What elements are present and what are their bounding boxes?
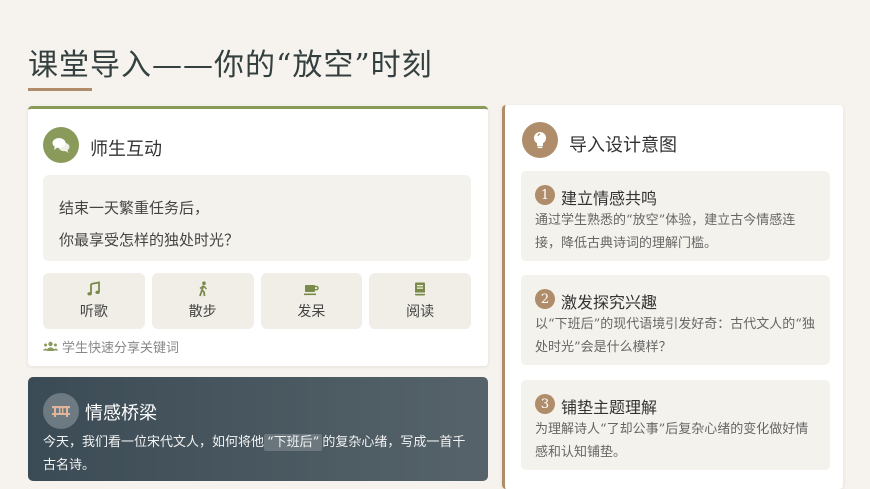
activity-label: 发呆: [297, 304, 326, 320]
hint-text: 学生快速分享关键词: [62, 341, 180, 356]
question-line-2: 你最享受怎样的独处时光？: [59, 231, 240, 249]
interaction-card: 师生互动 结束一天繁重任务后， 你最享受怎样的独处时光？ 听歌 散步 发呆 阅读…: [28, 106, 488, 366]
bridge-text-before: 今天，我们看一位宋代文人，如何将他: [43, 435, 265, 450]
goal-number-badge: 1: [535, 185, 555, 205]
music-note-icon: [87, 281, 100, 296]
design-heading: 导入设计意图: [569, 135, 677, 156]
goal-title: 激发探究兴趣: [561, 293, 658, 312]
activity-button-read[interactable]: 阅读: [369, 273, 471, 329]
goal-description: 为理解诗人“了却公事”后复杂心绪的变化做好情感和认知铺垫。: [535, 422, 809, 460]
activity-button-daydream[interactable]: 发呆: [260, 273, 363, 329]
activity-label: 散步: [188, 304, 217, 320]
question-box: 结束一天繁重任务后， 你最享受怎样的独处时光？: [43, 175, 471, 261]
activity-options: 听歌 散步 发呆 阅读: [43, 273, 471, 329]
page-title: 课堂导入——你的“放空”时刻: [28, 48, 433, 83]
bridge-icon: [43, 393, 79, 429]
goal-description: 通过学生熟悉的“放空”体验，建立古今情感连接，降低古典诗词的理解门槛。: [535, 213, 796, 251]
design-goal-item: 3 铺垫主题理解 为理解诗人“了却公事”后复杂心绪的变化做好情感和认知铺垫。: [521, 380, 830, 470]
goal-title: 建立情感共鸣: [561, 189, 658, 208]
bridge-text: 今天，我们看一位宋代文人，如何将他 “下班后” 的复杂心绪，写成一首千古名诗。: [43, 431, 475, 477]
share-hint: 学生快速分享关键词: [43, 337, 179, 356]
bridge-card: 情感桥梁 今天，我们看一位宋代文人，如何将他 “下班后” 的复杂心绪，写成一首千古名…: [28, 377, 488, 481]
activity-button-walk[interactable]: 散步: [151, 273, 254, 329]
walking-icon: [198, 281, 207, 297]
goal-number-badge: 3: [535, 394, 555, 414]
coffee-cup-icon: [304, 285, 320, 296]
goal-description: 以“下班后”的现代语境引发好奇：古代文人的“独处时光”会是什么模样？: [535, 317, 815, 355]
book-icon: [415, 282, 426, 296]
lightbulb-icon: [522, 122, 558, 158]
bridge-highlight: “下班后”: [264, 434, 323, 451]
users-icon: [43, 341, 58, 351]
bridge-heading: 情感桥梁: [85, 403, 157, 424]
goal-number-badge: 2: [535, 289, 555, 309]
title-underline: [28, 88, 92, 91]
chat-bubbles-icon: [43, 127, 79, 163]
interaction-heading: 师生互动: [90, 139, 162, 160]
design-intent-card: 导入设计意图 1 建立情感共鸣 通过学生熟悉的“放空”体验，建立古今情感连接，降…: [502, 105, 843, 489]
design-goal-item: 1 建立情感共鸣 通过学生熟悉的“放空”体验，建立古今情感连接，降低古典诗词的理…: [521, 171, 830, 261]
question-line-1: 结束一天繁重任务后，: [59, 199, 210, 217]
activity-button-music[interactable]: 听歌: [43, 273, 145, 329]
activity-label: 听歌: [79, 304, 108, 320]
design-goal-item: 2 激发探究兴趣 以“下班后”的现代语境引发好奇：古代文人的“独处时光”会是什么…: [521, 275, 830, 365]
goal-title: 铺垫主题理解: [561, 398, 658, 417]
activity-label: 阅读: [406, 304, 435, 320]
